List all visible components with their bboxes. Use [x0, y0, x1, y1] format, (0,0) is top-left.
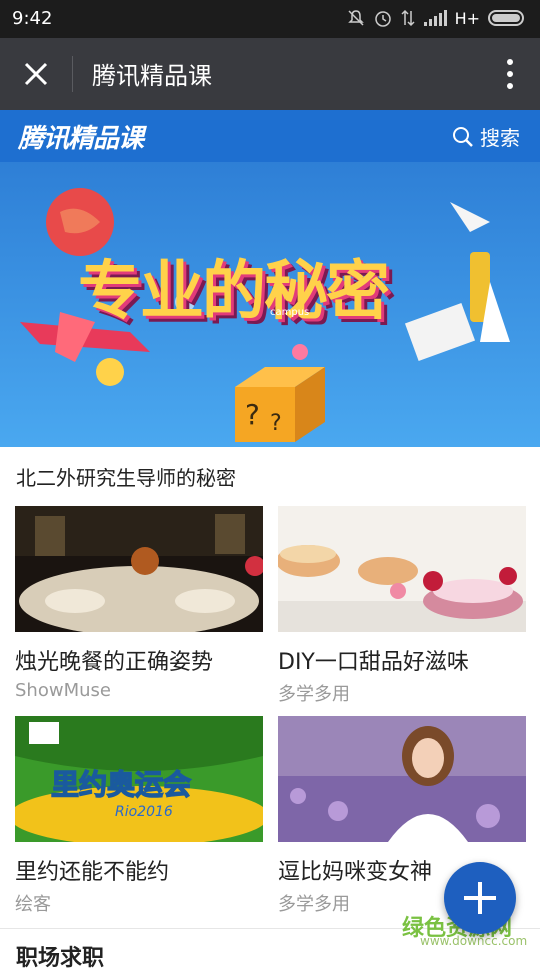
- course-source: 多学多用: [278, 684, 350, 705]
- section-title: 北二外研究生导师的秘密: [16, 466, 236, 490]
- brand-bar: 腾讯精品课 搜索: [0, 110, 540, 162]
- add-button[interactable]: [444, 862, 516, 934]
- brand-logo: 腾讯精品课: [18, 124, 144, 154]
- course-title: 里约还能不能约: [15, 860, 170, 885]
- course-source: ShowMuse: [15, 680, 111, 701]
- course-title: 烛光晚餐的正确姿势: [15, 650, 214, 675]
- course-title: DIY一口甜品好滋味: [278, 650, 469, 675]
- more-vert-icon[interactable]: [504, 56, 516, 92]
- plus-icon: [464, 882, 496, 914]
- status-time: 9:42: [12, 8, 53, 29]
- data-transfer-icon: [401, 9, 415, 27]
- status-bar: 9:42 H+: [0, 0, 540, 38]
- search-label: 搜索: [480, 126, 520, 150]
- banner-headline: 专业的秘密: [78, 255, 390, 329]
- next-section-title: 职场求职: [16, 946, 105, 971]
- svg-text:?: ?: [270, 411, 282, 436]
- hero-banner[interactable]: ? ? 专业的秘密 campus: [0, 162, 540, 447]
- rio-title: 里约奥运会: [51, 768, 191, 801]
- status-icons: H+: [347, 8, 528, 28]
- course-source: 绘客: [15, 894, 51, 915]
- course-thumbnail: [276, 506, 526, 632]
- wifi-signal-icon: [423, 10, 447, 26]
- close-icon[interactable]: [18, 56, 54, 92]
- notifications-off-icon: [347, 10, 364, 26]
- search-icon: [453, 126, 473, 147]
- battery-icon: [488, 10, 524, 26]
- network-type: H+: [454, 8, 480, 28]
- page-title: 腾讯精品课: [92, 62, 212, 90]
- course-thumbnail: [15, 506, 265, 636]
- search-button[interactable]: 搜索: [452, 122, 520, 151]
- alarm-icon: [374, 11, 391, 27]
- title-bar: 腾讯精品课: [0, 38, 540, 110]
- course-thumbnail: 里约奥运会 Rio2016: [9, 716, 269, 846]
- course-card[interactable]: 烛光晚餐的正确姿势 ShowMuse: [15, 506, 265, 701]
- watermark-url: www.downcc.com: [420, 934, 528, 948]
- course-card[interactable]: 里约奥运会 Rio2016 里约还能不能约 绘客: [9, 716, 269, 916]
- course-card[interactable]: DIY一口甜品好滋味 多学多用: [276, 506, 526, 706]
- rio-subtitle: Rio2016: [115, 804, 173, 820]
- banner-badge: campus: [270, 307, 310, 318]
- svg-text:?: ?: [245, 398, 260, 431]
- title-divider: [72, 56, 73, 92]
- course-thumbnail: [278, 716, 526, 842]
